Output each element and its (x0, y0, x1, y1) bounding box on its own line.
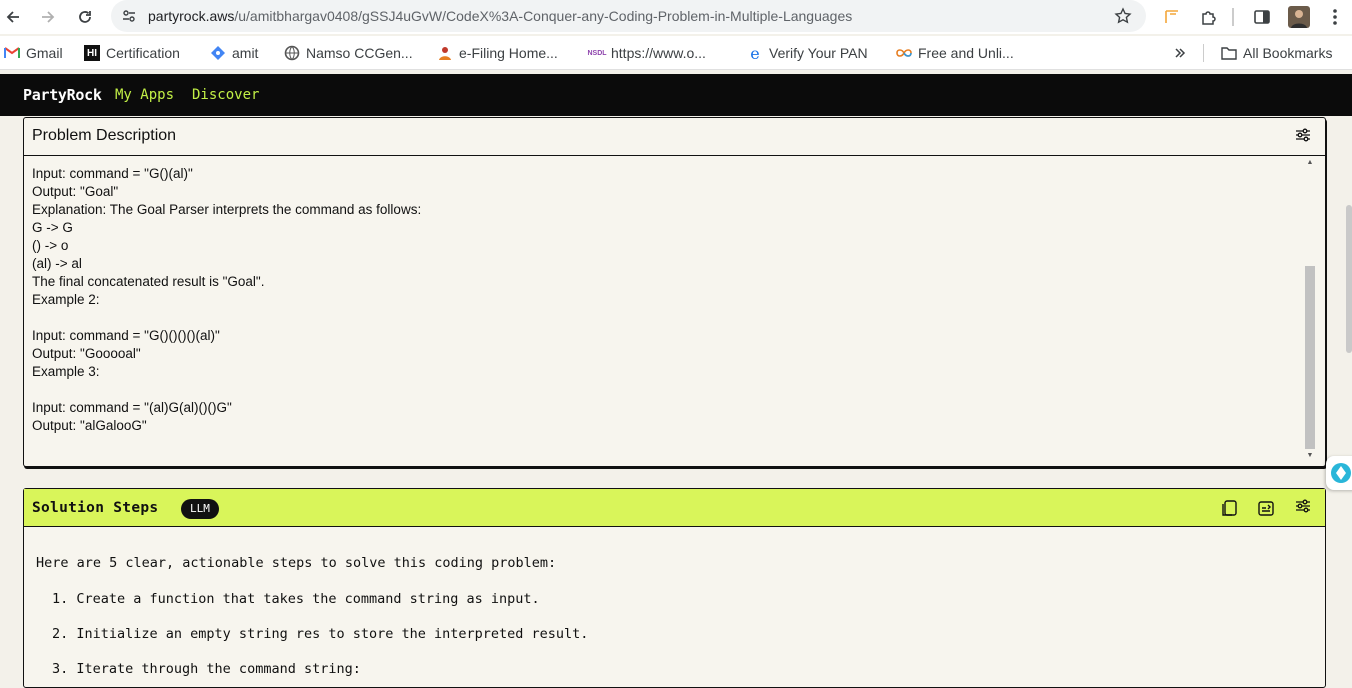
problem-description-widget: Problem Description Input: command = "G(… (23, 117, 1326, 467)
scroll-down-arrow-icon[interactable]: ▼ (1305, 451, 1315, 461)
bookmark-label: amit (232, 45, 259, 61)
problem-line: Input: command = "G()(al)" (32, 166, 193, 181)
problem-line: Explanation: The Goal Parser interprets … (32, 202, 422, 217)
certification-icon: HI (84, 45, 100, 61)
nsdl-icon: NSDL (587, 49, 607, 57)
nav-my-apps[interactable]: My Apps (115, 87, 174, 103)
amit-icon (210, 45, 226, 61)
scroll-up-arrow-icon[interactable]: ▲ (1305, 158, 1315, 168)
solution-step: 1. Create a function that takes the comm… (52, 591, 540, 607)
url-text: partyrock.aws/u/amitbhargav0408/gSSJ4uGv… (148, 8, 852, 24)
problem-line: G -> G (32, 220, 73, 235)
problem-line: Example 2: (32, 292, 100, 307)
widget-header: Problem Description (24, 118, 1325, 156)
namso-icon (284, 45, 300, 61)
bookmark-amit[interactable]: amit (210, 44, 258, 62)
bookmark-free[interactable]: Free and Unli... (896, 44, 1014, 62)
all-bookmarks-label: All Bookmarks (1243, 45, 1333, 61)
bookmarks-divider (1203, 44, 1204, 62)
bookmark-efiling[interactable]: e-Filing Home... (437, 44, 558, 62)
extension-flag-icon[interactable] (1160, 5, 1184, 29)
brand-logo[interactable]: PartyRock (23, 86, 102, 104)
bookmark-gmail[interactable]: Gmail (4, 44, 63, 62)
bookmark-namso[interactable]: Namso CCGen... (284, 44, 413, 62)
problem-line (32, 309, 1292, 327)
efiling-icon (437, 45, 453, 61)
site-info-icon[interactable] (121, 8, 137, 29)
problem-line: Input: command = "(al)G(al)()()G" (32, 400, 232, 415)
bookmark-nsdl[interactable]: NSDL https://www.o... (587, 44, 706, 62)
bookmark-star-icon[interactable] (1114, 7, 1132, 30)
bookmark-label: Namso CCGen... (306, 45, 413, 61)
url-domain: partyrock.aws (148, 8, 235, 24)
more-bookmarks-icon[interactable] (1174, 44, 1186, 62)
problem-line: Output: "alGalooG" (32, 418, 147, 433)
bookmark-label: e-Filing Home... (459, 45, 558, 61)
bookmark-pan[interactable]: e Verify Your PAN (747, 43, 868, 63)
problem-line: Output: "Goal" (32, 184, 119, 199)
all-bookmarks-folder[interactable]: All Bookmarks (1221, 44, 1332, 62)
scrollbar-thumb[interactable] (1305, 266, 1315, 449)
widget-title: Problem Description (32, 127, 177, 144)
url-path: /u/amitbhargav0408/gSSJ4uGvW/CodeX%3A-Co… (234, 8, 853, 24)
widget-settings-icon[interactable] (1295, 499, 1311, 518)
address-bar[interactable]: partyrock.aws/u/amitbhargav0408/gSSJ4uGv… (111, 0, 1146, 32)
problem-text: Input: command = "G()(al)" Output: "Goal… (32, 165, 1292, 435)
folder-icon (1221, 45, 1237, 61)
infinity-icon (896, 45, 912, 61)
chat-edit-icon[interactable] (1257, 499, 1275, 522)
widget-settings-icon[interactable] (1295, 128, 1311, 147)
page-scrollbar-thumb[interactable] (1346, 205, 1352, 353)
forward-icon[interactable] (35, 4, 61, 30)
llm-badge: LLM (181, 499, 219, 519)
reload-icon[interactable] (72, 4, 98, 30)
problem-scrollbar[interactable]: ▲ ▼ (1305, 158, 1315, 461)
app-navbar: PartyRock My Apps Discover (0, 74, 1352, 116)
side-panel-icon[interactable] (1250, 5, 1274, 29)
nav-discover[interactable]: Discover (192, 87, 259, 103)
widget-header: Solution Steps LLM (24, 489, 1325, 527)
gmail-icon (4, 45, 20, 61)
solution-intro: Here are 5 clear, actionable steps to so… (36, 555, 557, 571)
problem-line: Input: command = "G()()()()(al)" (32, 328, 220, 343)
solution-steps-widget: Solution Steps LLM Here are 5 clear, act… (23, 488, 1326, 688)
widget-title: Solution Steps (32, 500, 159, 516)
assistant-floating-icon[interactable] (1326, 456, 1352, 490)
bookmark-label: Free and Unli... (918, 45, 1014, 61)
extensions-puzzle-icon[interactable] (1197, 5, 1221, 29)
problem-line: Output: "Gooooal" (32, 346, 141, 361)
problem-line: Example 3: (32, 364, 100, 379)
bookmark-label: https://www.o... (611, 45, 706, 61)
problem-line: () -> o (32, 238, 69, 253)
problem-line (32, 381, 1292, 399)
profile-avatar[interactable] (1287, 5, 1311, 29)
bookmark-label: Verify Your PAN (769, 45, 868, 61)
pan-icon: e (750, 43, 760, 63)
bookmark-certification[interactable]: HI Certification (84, 44, 180, 62)
bookmark-label: Gmail (26, 45, 63, 61)
bookmarks-bar: Gmail HI Certification amit Namso CCGen.… (0, 36, 1352, 70)
browser-toolbar: partyrock.aws/u/amitbhargav0408/gSSJ4uGv… (0, 0, 1352, 34)
bookmark-label: Certification (106, 45, 180, 61)
menu-kebab-icon[interactable] (1323, 5, 1347, 29)
problem-line: The final concatenated result is "Goal". (32, 274, 265, 289)
problem-line: (al) -> al (32, 256, 82, 271)
toolbar-divider (1232, 8, 1234, 26)
copy-icon[interactable] (1221, 499, 1239, 522)
solution-step: 2. Initialize an empty string res to sto… (52, 626, 589, 642)
back-icon[interactable] (0, 4, 26, 30)
